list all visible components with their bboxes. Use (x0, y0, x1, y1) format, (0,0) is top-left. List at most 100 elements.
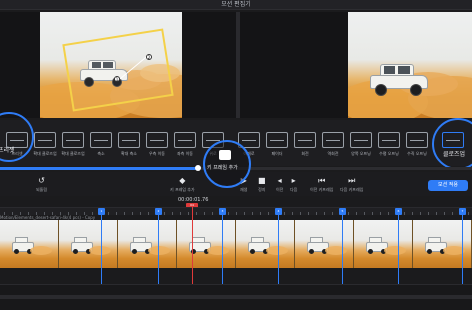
keyframe-add-icon: ◆ (179, 176, 186, 185)
track-thumbnail (0, 220, 59, 268)
tool-v-open[interactable]: 수직 오프닝 (404, 132, 430, 157)
ruler-tick (356, 212, 357, 215)
undo-icon: ↺ (38, 176, 45, 185)
ruler-tick (228, 212, 229, 215)
ruler-tick (364, 212, 365, 215)
ruler-tick (268, 212, 269, 215)
ruler-tick (380, 212, 381, 215)
stop-button[interactable]: ■ 정지 (258, 176, 266, 193)
tool-zoom-in-closeup[interactable]: 확대 클로즈업 (32, 132, 58, 157)
ruler-tick (324, 212, 325, 215)
zoom-icon (118, 132, 140, 148)
stop-icon: ■ (258, 176, 266, 185)
apply-motion-button[interactable]: 모션 적용 (428, 180, 468, 191)
tool-rotate[interactable]: 회전 (292, 132, 318, 157)
keyframe-marker-cap: 3 (219, 208, 226, 215)
pan-right-icon (146, 132, 168, 148)
track-thumbnail (354, 220, 413, 268)
ruler-tick (452, 212, 453, 215)
tool-fader[interactable]: 페이더 (264, 132, 290, 157)
h-open-icon (378, 132, 400, 148)
video-track[interactable] (0, 220, 472, 268)
ruler-tick (124, 212, 125, 215)
ruler-tick (132, 212, 133, 215)
tool-pan-left[interactable]: 좌측 이동 (172, 132, 198, 157)
rotate-icon (294, 132, 316, 148)
prev-button[interactable]: ◂ 이전 (276, 176, 283, 193)
tool-rotate-reverse[interactable]: 역회전 (320, 132, 346, 157)
tool-h-open[interactable]: 수평 오프닝 (376, 132, 402, 157)
ruler-tick (300, 212, 301, 215)
open-icon (350, 132, 372, 148)
keyframe-marker-cap: 1 (98, 208, 105, 215)
source-preview[interactable]: 2 1 (0, 12, 236, 118)
shrink-icon (90, 132, 112, 148)
ruler-tick (388, 212, 389, 215)
prev-keyframe-icon: ⏮ (318, 176, 326, 185)
keyframe-marker-cap: 5 (339, 208, 346, 215)
ruler-tick (140, 212, 141, 215)
ruler-tick (180, 212, 181, 215)
keyframe-point-1[interactable]: 1 (114, 76, 120, 82)
closeup-highlight-label: 클로즈업 (443, 151, 466, 158)
ruler-tick (172, 212, 173, 215)
track-thumbnail (413, 220, 472, 268)
prev-icon: ◂ (277, 176, 282, 185)
ruler-tick (468, 212, 469, 215)
ruler-tick (412, 212, 413, 215)
ruler-tick (164, 212, 165, 215)
track-thumbnail (236, 220, 295, 268)
car-zoomed (370, 64, 430, 98)
ruler-tick (372, 212, 373, 215)
ruler-tick (116, 212, 117, 215)
reset-button[interactable]: ↺ 되돌림 (36, 176, 47, 193)
ruler-tick (236, 212, 237, 215)
ruler-tick (284, 212, 285, 215)
progress-knob[interactable] (195, 165, 202, 171)
next-keyframe-icon: ⏭ (348, 176, 356, 185)
ruler-tick (196, 212, 197, 215)
fader-icon (266, 132, 288, 148)
keyframe-marker-cap: 2 (155, 208, 162, 215)
next-keyframe-button[interactable]: ⏭ 다음 키프레임 (340, 176, 363, 193)
add-keyframe-button[interactable]: ◆ 키 프레임 추가 (170, 176, 195, 193)
tool-zoom[interactable]: 확대 축소 (116, 132, 142, 157)
ruler-tick (252, 212, 253, 215)
next-icon: ▸ (291, 176, 296, 185)
keyframe-marker-cap: 4 (275, 208, 282, 215)
next-button[interactable]: ▸ 다음 (290, 176, 297, 193)
rotate-reverse-icon (322, 132, 344, 148)
ruler-tick (444, 212, 445, 215)
ruler-tick (260, 212, 261, 215)
result-image (348, 12, 472, 118)
add-keyframe-highlight-label: 키 프레임 추가 (207, 165, 238, 171)
keyframe-point-2[interactable]: 2 (146, 54, 152, 60)
keyframe-cursor-icon (219, 150, 231, 160)
tool-shrink[interactable]: 축소 (88, 132, 114, 157)
ruler-tick (332, 212, 333, 215)
track-thumbnail (59, 220, 118, 268)
zoom-in-icon (34, 132, 56, 148)
keyframe-marker-cap: 6 (395, 208, 402, 215)
ruler-tick (404, 212, 405, 215)
keyframe-marker-cap: 7 (459, 208, 466, 215)
tool-pan-right[interactable]: 우측 이동 (144, 132, 170, 157)
progress-fill (0, 167, 199, 170)
ruler-tick (292, 212, 293, 215)
horizontal-scrollbar[interactable] (0, 295, 472, 299)
tool-open[interactable]: 양쪽 오프닝 (348, 132, 374, 157)
ruler-tick (308, 212, 309, 215)
ruler-tick (420, 212, 421, 215)
ruler-tick (212, 212, 213, 215)
track-thumbnail (177, 220, 236, 268)
tool-zoom-out-closeup[interactable]: 확대 클로즈업 (60, 132, 86, 157)
ruler-tick (348, 212, 349, 215)
ruler-tick (436, 212, 437, 215)
zoom-out-icon (62, 132, 84, 148)
ruler-tick (204, 212, 205, 215)
ruler-tick (316, 212, 317, 215)
track-thumbnail (118, 220, 177, 268)
ruler-tick (428, 212, 429, 215)
prev-keyframe-button[interactable]: ⏮ 이전 키프레임 (310, 176, 333, 193)
v-open-icon (406, 132, 428, 148)
